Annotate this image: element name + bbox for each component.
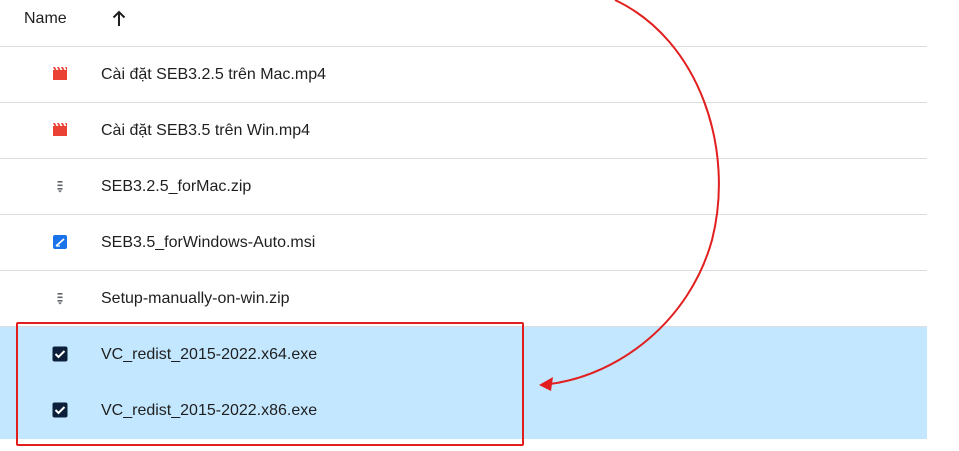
file-row-selected[interactable]: VC_redist_2015-2022.x64.exe — [0, 327, 927, 383]
file-row[interactable]: Setup-manually-on-win.zip — [0, 271, 927, 327]
checkbox-checked-icon[interactable] — [52, 402, 68, 418]
arrow-up-icon[interactable] — [110, 9, 128, 29]
video-icon — [53, 123, 67, 136]
video-icon — [53, 67, 67, 80]
file-list: Cài đặt SEB3.2.5 trên Mac.mp4 Cài đặt SE… — [0, 47, 927, 439]
right-margin — [927, 0, 959, 451]
checkbox-checked-icon[interactable] — [52, 346, 68, 362]
file-list-header: Name — [0, 0, 927, 47]
zip-icon — [57, 181, 63, 193]
msi-icon — [53, 235, 67, 249]
file-row[interactable]: SEB3.5_forWindows-Auto.msi — [0, 215, 927, 271]
zip-icon — [57, 293, 63, 305]
file-name: Cài đặt SEB3.5 trên Win.mp4 — [101, 122, 310, 139]
file-row[interactable]: Cài đặt SEB3.5 trên Win.mp4 — [0, 103, 927, 159]
name-column-header[interactable]: Name — [24, 10, 67, 28]
file-name: Cài đặt SEB3.2.5 trên Mac.mp4 — [101, 66, 326, 83]
file-row[interactable]: Cài đặt SEB3.2.5 trên Mac.mp4 — [0, 47, 927, 103]
file-name: SEB3.5_forWindows-Auto.msi — [101, 234, 316, 251]
file-name: SEB3.2.5_forMac.zip — [101, 178, 252, 195]
file-name: Setup-manually-on-win.zip — [101, 290, 290, 307]
file-name: VC_redist_2015-2022.x64.exe — [101, 346, 318, 363]
file-row[interactable]: SEB3.2.5_forMac.zip — [0, 159, 927, 215]
file-row-selected[interactable]: VC_redist_2015-2022.x86.exe — [0, 383, 927, 439]
file-name: VC_redist_2015-2022.x86.exe — [101, 402, 318, 419]
